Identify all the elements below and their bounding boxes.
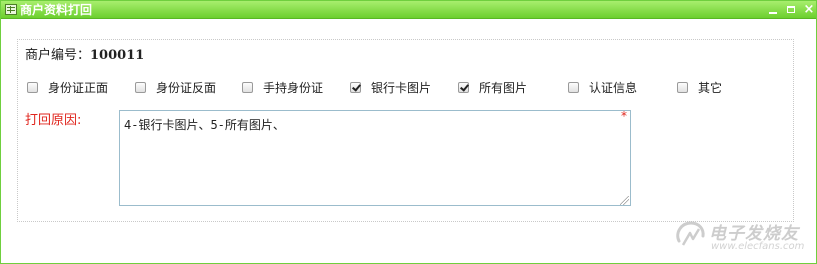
required-mark: * bbox=[621, 109, 627, 123]
checkbox-box[interactable] bbox=[135, 81, 146, 93]
merchant-id-value: 100011 bbox=[90, 48, 145, 63]
window-title: 商户资料打回 bbox=[20, 3, 93, 17]
checkbox-other[interactable]: 其它 bbox=[677, 79, 722, 95]
checkbox-box[interactable] bbox=[458, 81, 469, 93]
merchant-id-label: 商户编号： bbox=[25, 48, 91, 63]
maximize-icon bbox=[787, 6, 795, 13]
close-button[interactable]: × bbox=[802, 2, 816, 17]
checkbox-box[interactable] bbox=[350, 81, 361, 93]
checkbox-label: 认证信息 bbox=[589, 80, 638, 95]
reason-textarea[interactable]: 4-银行卡图片、5-所有图片、 bbox=[119, 110, 631, 206]
checkbox-all-images[interactable]: 所有图片 bbox=[458, 79, 527, 95]
checkbox-auth-info[interactable]: 认证信息 bbox=[568, 79, 637, 95]
table-icon bbox=[5, 4, 17, 15]
maximize-button[interactable] bbox=[784, 2, 798, 17]
checkbox-bank-card[interactable]: 银行卡图片 bbox=[350, 79, 431, 95]
checkbox-box[interactable] bbox=[677, 81, 688, 93]
dialog-window: 商户资料打回 × 商户编号：100011 身份证正面 身份证反面 手持身份证 银… bbox=[0, 0, 817, 264]
merchant-id: 商户编号：100011 bbox=[25, 47, 144, 65]
checkbox-label: 其它 bbox=[698, 80, 723, 95]
checkbox-id-back[interactable]: 身份证反面 bbox=[135, 79, 216, 95]
checkbox-label: 身份证正面 bbox=[48, 80, 109, 95]
checkbox-label: 身份证反面 bbox=[156, 80, 217, 95]
resize-grip-icon[interactable] bbox=[620, 196, 629, 205]
checkbox-box[interactable] bbox=[568, 81, 579, 93]
checkbox-label: 所有图片 bbox=[479, 80, 528, 95]
checkbox-box[interactable] bbox=[242, 81, 253, 93]
reason-label: 打回原因: bbox=[25, 113, 82, 128]
watermark-url: www.elecfans.com bbox=[711, 241, 805, 252]
title-bar[interactable]: 商户资料打回 × bbox=[1, 1, 816, 19]
checkbox-box[interactable] bbox=[27, 81, 38, 93]
checkbox-id-front[interactable]: 身份证正面 bbox=[27, 79, 108, 95]
checkbox-label: 手持身份证 bbox=[263, 80, 324, 95]
watermark: 电子发烧友 www.elecfans.com bbox=[673, 215, 813, 261]
minimize-button[interactable] bbox=[766, 2, 780, 17]
elecfans-logo-icon bbox=[676, 221, 705, 246]
minimize-icon bbox=[769, 12, 777, 14]
checkbox-label: 银行卡图片 bbox=[371, 80, 432, 95]
checkbox-id-handheld[interactable]: 手持身份证 bbox=[242, 79, 323, 95]
